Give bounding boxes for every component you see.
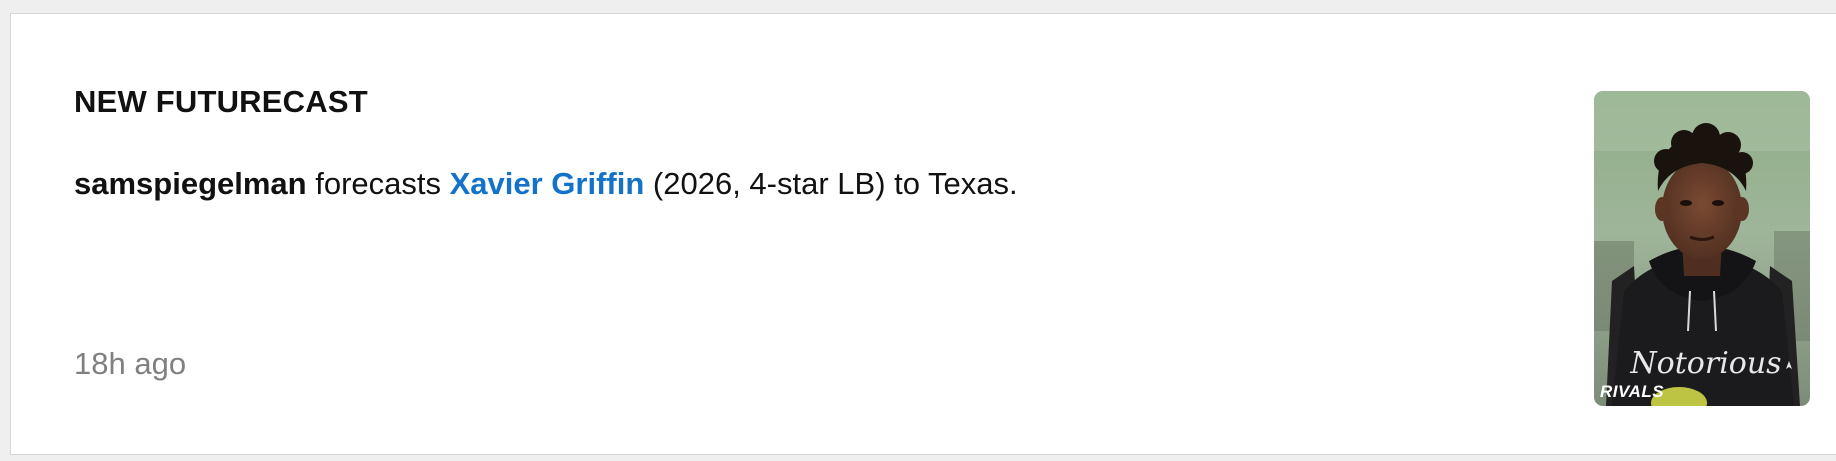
forecast-summary: samspiegelman forecasts Xavier Griffin (… <box>74 166 1018 202</box>
shirt-text: Notorious <box>1629 346 1781 381</box>
player-photo[interactable]: Notorious RIVALS <box>1594 91 1810 406</box>
futurecast-card: NEW FUTURECAST samspiegelman forecasts X… <box>10 13 1836 455</box>
username-link[interactable]: samspiegelman <box>74 166 307 201</box>
player-name-link[interactable]: Xavier Griffin <box>450 166 645 201</box>
forecast-verb: forecasts <box>306 166 450 201</box>
futurecast-label: NEW FUTURECAST <box>74 84 368 119</box>
timestamp: 18h ago <box>74 346 187 381</box>
player-photo-image: Notorious <box>1594 91 1810 406</box>
forecast-details: (2026, 4-star LB) to Texas. <box>644 166 1018 201</box>
rivals-watermark: RIVALS <box>1600 382 1665 401</box>
